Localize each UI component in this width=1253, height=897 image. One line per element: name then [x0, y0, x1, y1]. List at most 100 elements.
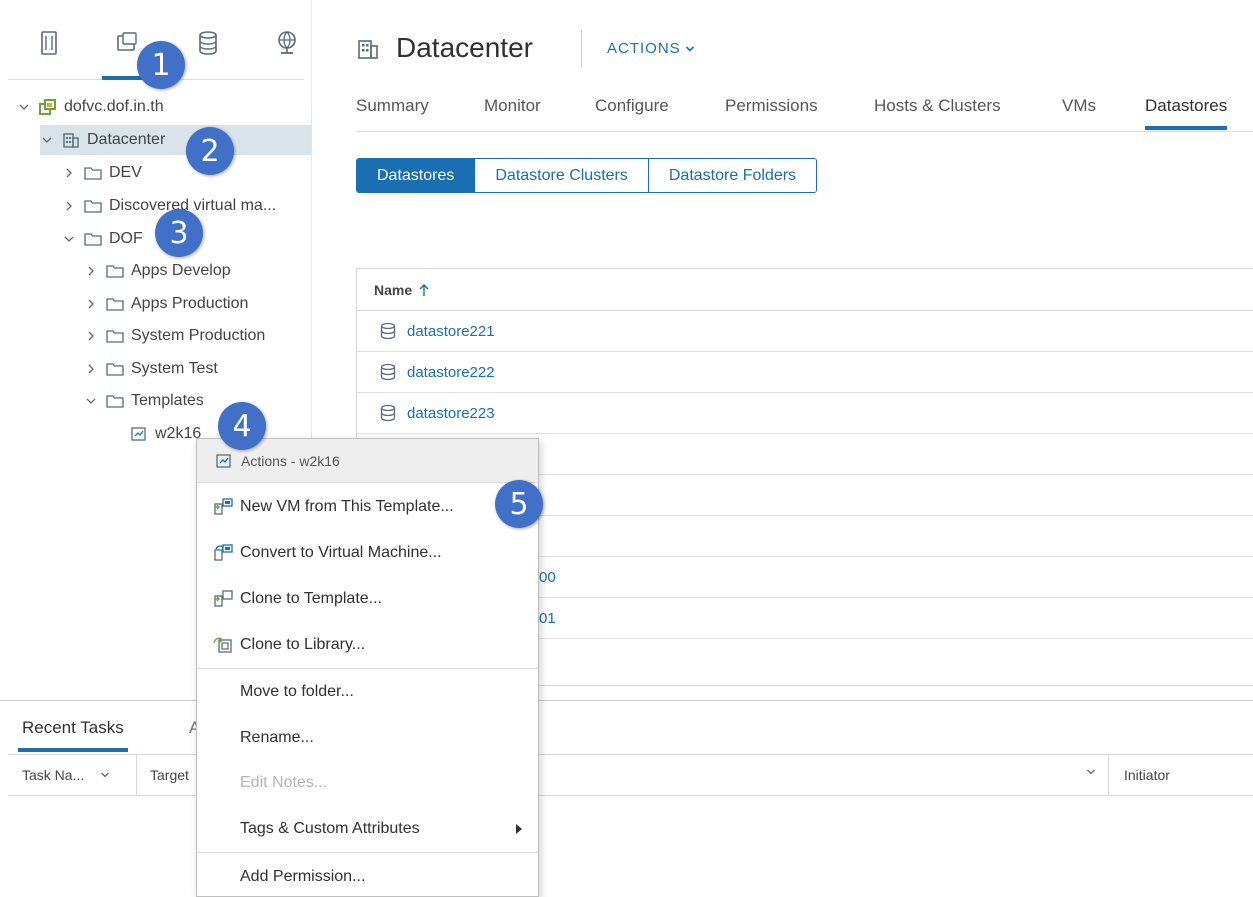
menu-item-label: New VM from This Template... [240, 498, 454, 515]
submenu-arrow-icon [516, 824, 522, 834]
datastore-link[interactable]: datastore222 [407, 364, 495, 381]
table-row[interactable]: datastore221 [357, 311, 1253, 352]
column-header-name[interactable]: Name [357, 269, 1253, 311]
segment-datastore-clusters[interactable]: Datastore Clusters [475, 159, 649, 192]
tree-item-dof[interactable]: DOF [62, 224, 143, 254]
networking-tab[interactable] [270, 30, 304, 72]
tree-item-system-production[interactable]: System Production [84, 321, 265, 351]
menu-item-label: Move to folder... [240, 683, 354, 700]
step-callout-2: 2 [186, 127, 234, 175]
column-label: Task Na... [22, 767, 85, 783]
datastore-icon [380, 322, 396, 340]
menu-item-label: Clone to Library... [240, 636, 366, 653]
chevron-right-icon[interactable] [62, 199, 76, 213]
chevron-right-icon[interactable] [84, 264, 98, 278]
menu-item-label: Add Permission... [240, 868, 366, 885]
menu-item-label: Convert to Virtual Machine... [240, 544, 442, 561]
column-header-initiator[interactable]: Initiator [1124, 767, 1170, 783]
tree-item-label: DOF [109, 230, 143, 247]
chevron-down-icon [1087, 769, 1095, 775]
tab-datastores[interactable]: Datastores [1145, 96, 1228, 130]
context-menu-title: Actions - w2k16 [241, 452, 340, 469]
tree-item-templates[interactable]: Templates [84, 386, 204, 416]
tab-recent-tasks[interactable]: Recent Tasks [18, 718, 128, 752]
menu-item-add-permission[interactable]: Add Permission... [197, 857, 538, 897]
tab-monitor[interactable]: Monitor [484, 96, 541, 116]
menu-item-label: Tags & Custom Attributes [240, 820, 420, 837]
chevron-right-icon[interactable] [84, 362, 98, 376]
tree-item-vcenter[interactable]: dofvc.dof.in.th [17, 92, 164, 122]
tree-item-dev[interactable]: DEV [62, 158, 142, 188]
chevron-right-icon[interactable] [84, 329, 98, 343]
tree-item-apps-production[interactable]: Apps Production [84, 289, 248, 319]
folder-icon [84, 197, 104, 215]
storage-icon [199, 31, 217, 55]
tab-permissions[interactable]: Permissions [725, 96, 818, 116]
chevron-down-icon[interactable] [84, 394, 98, 408]
datacenter-icon [358, 40, 378, 59]
vcenter-icon [39, 98, 59, 116]
menu-item-new-vm-from-template[interactable]: New VM from This Template... [197, 487, 538, 527]
actions-button[interactable]: ACTIONS [607, 40, 695, 57]
vm-template-icon [216, 453, 231, 468]
folder-icon [84, 164, 104, 182]
column-header-target[interactable]: Target [150, 767, 189, 783]
column-header-task-name[interactable]: Task Na... [22, 767, 110, 783]
title-divider [581, 30, 582, 68]
segment-datastore-folders[interactable]: Datastore Folders [648, 159, 817, 192]
tree-item-w2k16[interactable]: w2k16 [130, 419, 201, 449]
table-row[interactable]: datastore223 [357, 393, 1253, 434]
globe-icon [278, 31, 296, 54]
menu-item-edit-notes: Edit Notes... [197, 763, 538, 803]
tree-item-system-test[interactable]: System Test [84, 354, 218, 384]
segment-datastores[interactable]: Datastores [357, 159, 476, 192]
menu-separator [197, 852, 538, 853]
table-row[interactable]: datastore222 [357, 352, 1253, 393]
menu-item-tags-custom-attributes[interactable]: Tags & Custom Attributes [197, 809, 538, 849]
datastore-link[interactable]: datastore221 [407, 323, 495, 340]
column-divider [1108, 755, 1109, 795]
tree-item-label: Apps Develop [131, 262, 231, 279]
tree-item-apps-develop[interactable]: Apps Develop [84, 256, 231, 286]
tab-configure[interactable]: Configure [595, 96, 669, 116]
tree-item-label: System Production [131, 327, 266, 344]
new-vm-from-template-icon [212, 496, 236, 518]
datastore-link[interactable]: datastore223 [407, 405, 495, 422]
chevron-down-icon[interactable] [40, 133, 54, 147]
menu-item-clone-to-library[interactable]: Clone to Library... [197, 625, 538, 665]
tab-vms[interactable]: VMs [1062, 96, 1096, 116]
datastore-icon [380, 404, 396, 422]
tab-hosts-clusters[interactable]: Hosts & Clusters [874, 96, 1001, 116]
column-label: Name [374, 281, 413, 298]
tasks-table-header: Task Na... Target Initiator [8, 754, 1253, 796]
menu-item-move-to-folder[interactable]: Move to folder... [197, 672, 538, 712]
datastore-view-toggle: Datastores Datastore Clusters Datastore … [356, 158, 818, 193]
menu-item-rename[interactable]: Rename... [197, 718, 538, 758]
tree-item-label: System Test [131, 360, 218, 377]
hosts-clusters-tab[interactable] [32, 30, 66, 72]
tab-summary[interactable]: Summary [356, 96, 429, 116]
chevron-right-icon[interactable] [84, 297, 98, 311]
chevron-down-icon[interactable] [17, 100, 31, 114]
step-callout-1: 1 [137, 41, 185, 89]
menu-item-clone-to-template[interactable]: Clone to Template... [197, 579, 538, 619]
menu-item-convert-to-vm[interactable]: Convert to Virtual Machine... [197, 533, 538, 573]
column-menu[interactable] [1086, 767, 1096, 777]
chevron-down-icon[interactable] [62, 232, 76, 246]
clone-to-library-icon [212, 634, 236, 656]
step-callout-5: 5 [495, 480, 543, 528]
vm-template-icon [130, 425, 150, 443]
tree-item-label: w2k16 [155, 425, 202, 442]
folder-icon [106, 360, 126, 378]
tree-item-datacenter[interactable]: Datacenter [40, 125, 311, 155]
chevron-right-icon[interactable] [62, 166, 76, 180]
convert-to-vm-icon [212, 542, 236, 564]
actions-label: ACTIONS [607, 40, 681, 57]
chevron-down-icon [685, 45, 694, 52]
tree-item-label: DEV [109, 164, 142, 181]
column-divider [136, 755, 137, 795]
clone-to-template-icon [212, 588, 236, 610]
vms-templates-icon [117, 32, 137, 51]
storage-tab[interactable] [191, 30, 225, 72]
step-callout-4: 4 [218, 402, 266, 450]
